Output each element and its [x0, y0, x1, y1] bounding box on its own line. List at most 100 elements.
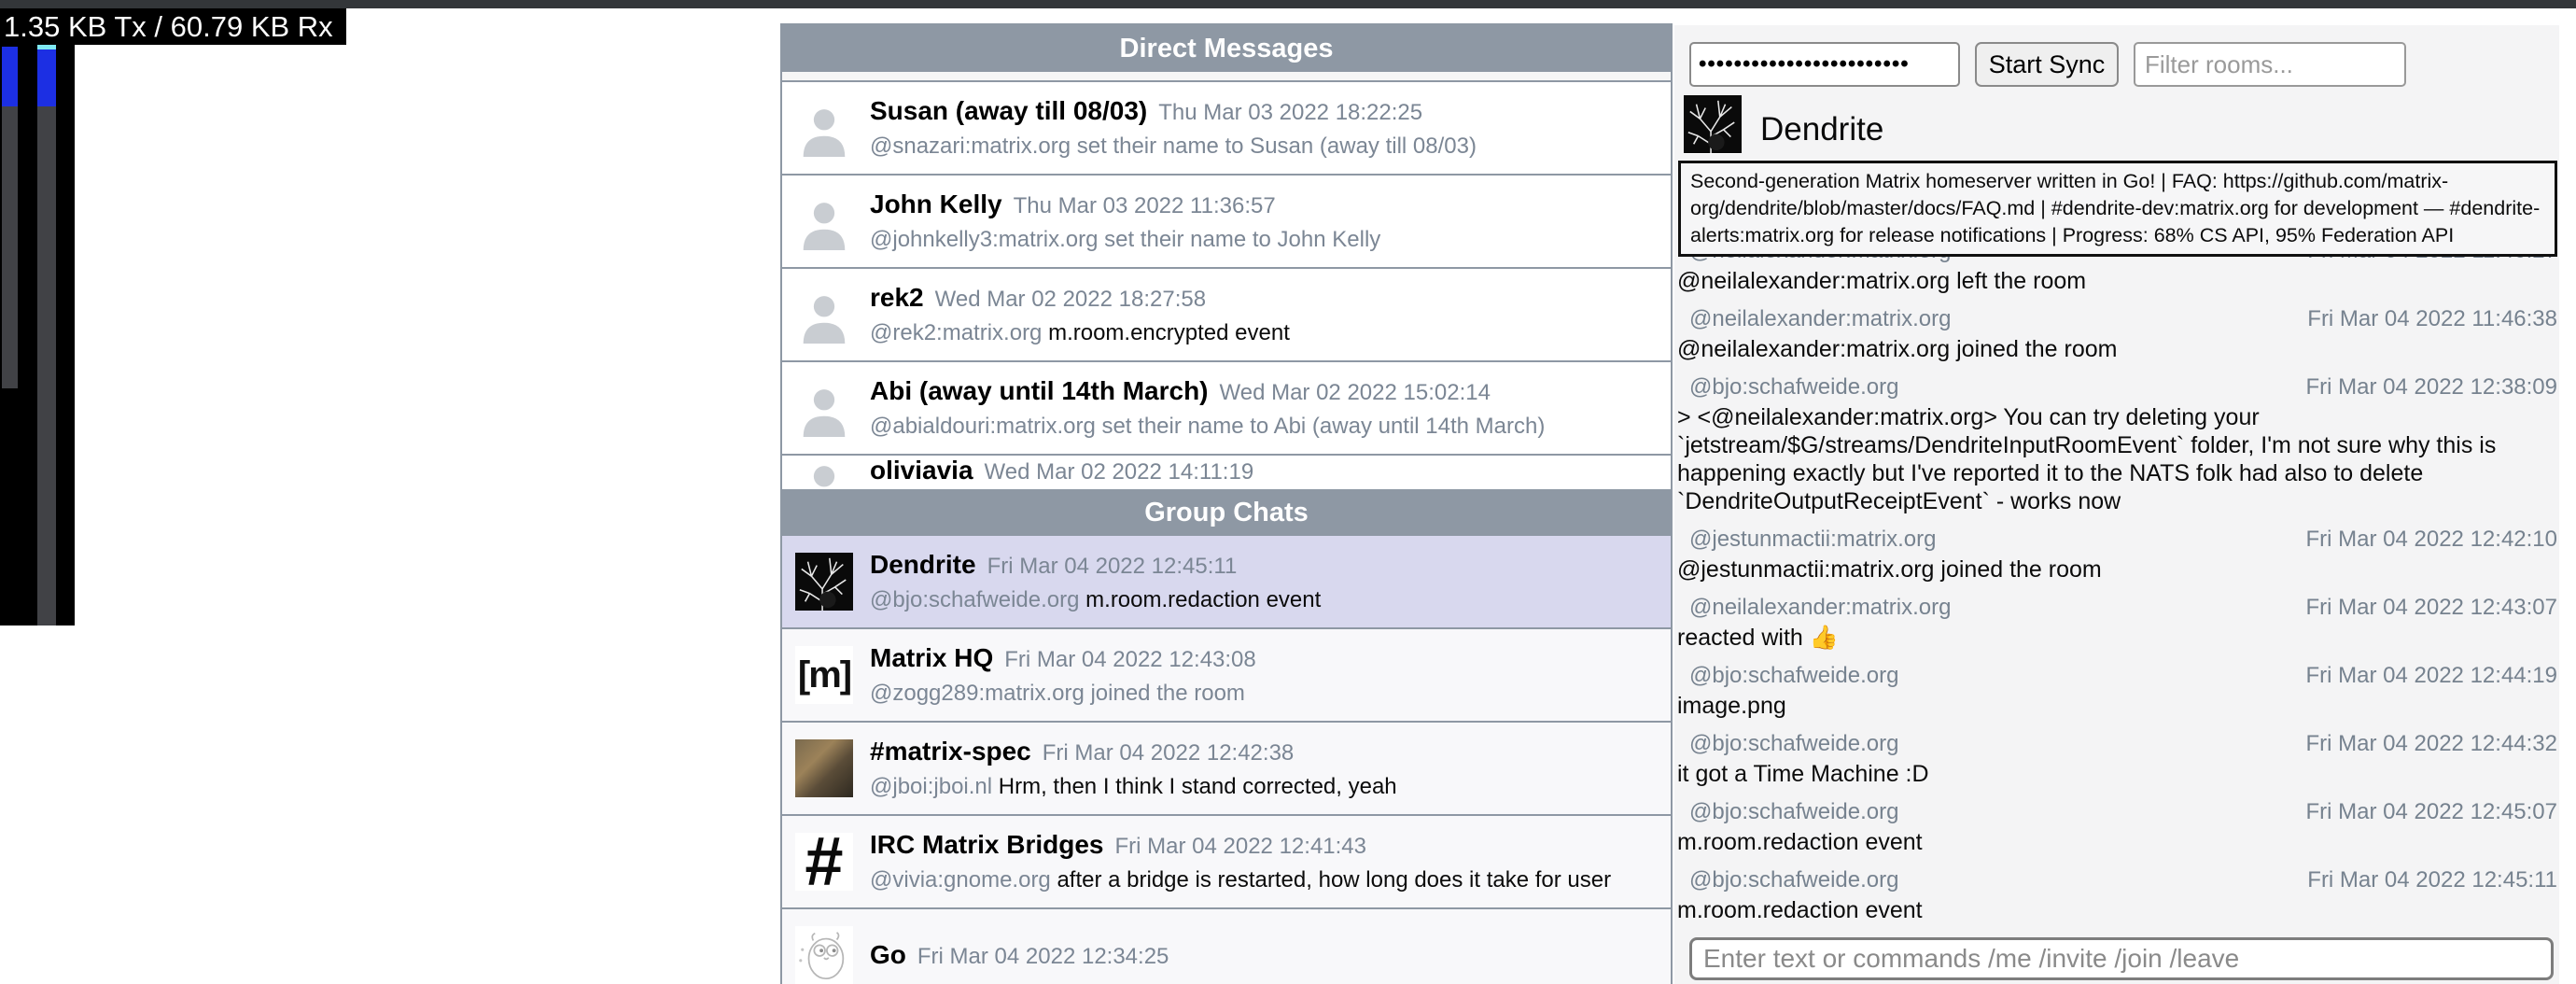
- message-body: reacted with 👍: [1674, 624, 2557, 652]
- room-name: Susan (away till 08/03): [870, 96, 1147, 125]
- room-timestamp: Fri Mar 04 2022 12:41:43: [1115, 834, 1367, 859]
- person-avatar-icon: [795, 379, 853, 437]
- room-timestamp: Fri Mar 04 2022 12:45:11: [987, 554, 1238, 579]
- dendrite-avatar-icon: [795, 553, 853, 611]
- matrix-logo-avatar-icon: [m]: [795, 646, 853, 704]
- message-body: > <@neilalexander:matrix.org> You can tr…: [1674, 403, 2557, 515]
- rx-bar-blue: [37, 49, 56, 106]
- window-top-strip: [0, 0, 2576, 8]
- message-body: @neilalexander:matrix.org joined the roo…: [1674, 335, 2557, 363]
- start-sync-button[interactable]: Start Sync: [1975, 42, 2119, 87]
- room-row-matrix-hq[interactable]: [m] Matrix HQ Fri Mar 04 2022 12:43:08 @z…: [782, 629, 1671, 723]
- section-header-direct-messages: Direct Messages: [782, 25, 1671, 72]
- message-sender: @neilalexander:matrix.org: [1689, 592, 1952, 624]
- room-timestamp: Wed Mar 02 2022 14:11:19: [985, 459, 1254, 485]
- filter-rooms-input[interactable]: [2134, 42, 2406, 87]
- room-name: Abi (away until 14th March): [870, 376, 1209, 405]
- message-sender: @bjo:schafweide.org: [1689, 865, 1898, 896]
- message-body: m.room.redaction event: [1674, 828, 2557, 856]
- network-stats-text: 1.35 KB Tx / 60.79 KB Rx: [0, 8, 346, 45]
- room-preview: @johnkelly3:matrix.org set their name to…: [870, 227, 1380, 252]
- room-timestamp: Fri Mar 04 2022 12:34:25: [917, 944, 1169, 969]
- message-sender: @bjo:schafweide.org: [1689, 796, 1898, 828]
- room-row-matrix-spec[interactable]: #matrix-spec Fri Mar 04 2022 12:42:38 @jb…: [782, 723, 1671, 816]
- message-composer-input[interactable]: [1689, 937, 2554, 980]
- message-timestamp: Fri Mar 04 2022 12:42:10: [2306, 524, 2558, 555]
- password-input[interactable]: [1689, 42, 1960, 87]
- room-timestamp: Wed Mar 02 2022 15:02:14: [1220, 380, 1491, 405]
- message-sender: @jestunmactii:matrix.org: [1689, 524, 1936, 555]
- person-avatar-icon: [795, 286, 853, 344]
- room-row-john-kelly[interactable]: John Kelly Thu Mar 03 2022 11:36:57 @john…: [782, 176, 1671, 269]
- scrolled-row-remnant: [782, 72, 1671, 82]
- room-preview-sender: @rek2:matrix.org: [870, 320, 1042, 345]
- message-timestamp: Fri Mar 04 2022 12:44:32: [2306, 728, 2558, 760]
- message-body: it got a Time Machine :D: [1674, 760, 2557, 788]
- room-name: oliviavia: [870, 456, 973, 485]
- sync-toolbar: Start Sync: [1689, 42, 2406, 87]
- room-name: #matrix-spec: [870, 737, 1031, 766]
- tx-bar-gray: [2, 106, 18, 388]
- message-timestamp: Fri Mar 04 2022 12:38:09: [2306, 372, 2558, 403]
- message-timestamp: Fri Mar 04 2022 12:44:19: [2306, 660, 2558, 692]
- message: @bjo:schafweide.org Fri Mar 04 2022 12:45…: [1674, 865, 2557, 924]
- room-header: Dendrite: [1684, 94, 1883, 154]
- message: @bjo:schafweide.org Fri Mar 04 2022 12:45…: [1674, 796, 2557, 856]
- room-preview: m.room.encrypted event: [1048, 320, 1290, 345]
- network-traffic-graph: [0, 45, 75, 626]
- message-body: @jestunmactii:matrix.org joined the room: [1674, 555, 2557, 583]
- rx-bar-gray: [37, 106, 56, 626]
- room-row-oliviavia[interactable]: oliviavia Wed Mar 02 2022 14:11:19: [782, 456, 1671, 489]
- message-sender: @neilalexander:matrix.org: [1689, 303, 1952, 335]
- message-sender: @bjo:schafweide.org: [1689, 372, 1898, 403]
- room-preview: @abialdouri:matrix.org set their name to…: [870, 414, 1545, 439]
- photo-avatar-icon: [795, 739, 853, 797]
- room-list-panel: Direct Messages Susan (away till 08/03) T…: [780, 23, 1673, 984]
- message-body: @neilalexander:matrix.org left the room: [1674, 267, 2557, 295]
- gopher-avatar-icon: [795, 926, 853, 984]
- room-row-susan[interactable]: Susan (away till 08/03) Thu Mar 03 2022 1…: [782, 82, 1671, 176]
- tx-bar-blue: [2, 47, 18, 106]
- room-name: Matrix HQ: [870, 643, 993, 672]
- room-row-irc-matrix-bridges[interactable]: # IRC Matrix BridgesFri Mar 04 2022 12:4…: [782, 816, 1671, 909]
- room-name: IRC Matrix Bridges: [870, 830, 1104, 859]
- room-name: Dendrite: [870, 550, 976, 579]
- message-timestamp: Fri Mar 04 2022 12:43:07: [2306, 592, 2558, 624]
- room-preview: Hrm, then I think I stand corrected, yea…: [999, 774, 1397, 799]
- chat-panel: Start Sync Dendrite Second-generation Ma…: [1674, 25, 2559, 984]
- message: @bjo:schafweide.org Fri Mar 04 2022 12:44…: [1674, 660, 2557, 720]
- room-title: Dendrite: [1760, 105, 1883, 154]
- room-timestamp: Fri Mar 04 2022 12:43:08: [1004, 647, 1256, 672]
- message-body: m.room.redaction event: [1674, 896, 2557, 924]
- message: @neilalexander:matrix.org Fri Mar 04 2022…: [1674, 303, 2557, 363]
- message-timeline: @neilalexander:matrix.org Fri Mar 04 2022…: [1674, 235, 2557, 933]
- room-timestamp: Thu Mar 03 2022 18:22:25: [1158, 100, 1422, 125]
- room-row-rek2[interactable]: rek2Wed Mar 02 2022 18:27:58 @rek2:matri…: [782, 269, 1671, 362]
- room-row-abi[interactable]: Abi (away until 14th March) Wed Mar 02 20…: [782, 362, 1671, 456]
- section-header-group-chats: Group Chats: [782, 489, 1671, 536]
- dendrite-avatar-icon: [1684, 94, 1742, 154]
- room-name: Go: [870, 940, 906, 969]
- room-preview-sender: @vivia:gnome.org: [870, 867, 1051, 893]
- room-preview-sender: @bjo:schafweide.org: [870, 587, 1079, 612]
- room-topic: Second-generation Matrix homeserver writ…: [1678, 161, 2557, 257]
- room-row-go[interactable]: Go Fri Mar 04 2022 12:34:25: [782, 909, 1671, 984]
- room-row-dendrite[interactable]: Dendrite Fri Mar 04 2022 12:45:11 @bjo:sc…: [782, 536, 1671, 629]
- room-preview: after a bridge is restarted, how long do…: [1057, 867, 1611, 893]
- room-timestamp: Thu Mar 03 2022 11:36:57: [1014, 193, 1276, 218]
- room-preview: @snazari:matrix.org set their name to Su…: [870, 134, 1477, 159]
- room-timestamp: Fri Mar 04 2022 12:42:38: [1043, 740, 1295, 766]
- room-preview: @zogg289:matrix.org joined the room: [870, 681, 1245, 706]
- room-preview: m.room.redaction event: [1085, 587, 1321, 612]
- message-timestamp: Fri Mar 04 2022 11:46:38: [2307, 303, 2557, 335]
- room-preview-sender: @jboi:jboi.nl: [870, 774, 992, 799]
- message-sender: @bjo:schafweide.org: [1689, 728, 1898, 760]
- message: @bjo:schafweide.org Fri Mar 04 2022 12:38…: [1674, 372, 2557, 515]
- room-timestamp: Wed Mar 02 2022 18:27:58: [935, 287, 1206, 312]
- message: @bjo:schafweide.org Fri Mar 04 2022 12:44…: [1674, 728, 2557, 788]
- message-sender: @bjo:schafweide.org: [1689, 660, 1898, 692]
- person-avatar-icon: [795, 456, 853, 489]
- message-timestamp: Fri Mar 04 2022 12:45:11: [2307, 865, 2557, 896]
- room-name: John Kelly: [870, 190, 1002, 218]
- message-timestamp: Fri Mar 04 2022 12:45:07: [2306, 796, 2558, 828]
